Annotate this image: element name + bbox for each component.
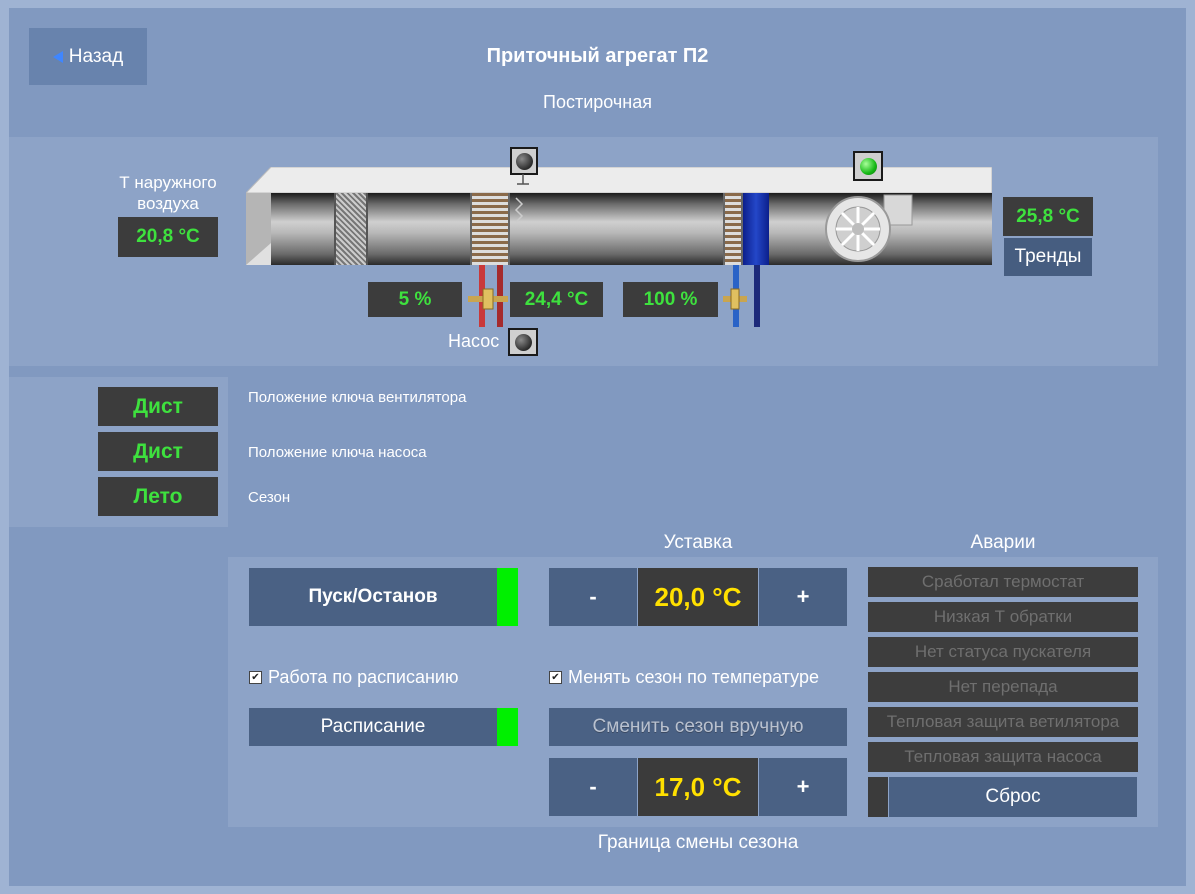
border-minus-button[interactable]: - [549, 758, 637, 816]
thermostat-sensor-icon [517, 174, 529, 185]
schedule-indicator [497, 708, 518, 746]
season-border-label: Граница смены сезона [597, 832, 799, 853]
supply-temp-value: 25,8 °C [1003, 197, 1093, 236]
season-label: Сезон [248, 489, 291, 506]
checkbox-check-icon: ✔ [549, 671, 562, 684]
lamp-off-icon [514, 333, 532, 351]
cooling-valve-position: 100 % [623, 282, 718, 317]
cooling-return-pipe [754, 265, 760, 327]
start-stop-button[interactable]: Пуск/Останов [249, 568, 497, 626]
fan-key-value: Дист [98, 387, 218, 426]
pump-status-lamp [508, 328, 538, 356]
alarm-thermostat: Сработал термостат [868, 567, 1138, 597]
start-stop-indicator [497, 568, 518, 626]
setpoint-value: 20,0 °C [638, 568, 758, 626]
schedule-checkbox-label: Работа по расписанию [268, 667, 459, 687]
season-auto-checkbox-label: Менять сезон по температуре [568, 667, 819, 687]
page-title: Приточный агрегат П2 [486, 45, 709, 67]
supply-fan-icon [825, 194, 913, 262]
setpoint-plus-button[interactable]: + [759, 568, 847, 626]
alarm-no-pressure-drop: Нет перепада [868, 672, 1138, 702]
alarm-no-starter-status: Нет статуса пускателя [868, 637, 1138, 667]
pump-label: Насос [448, 331, 500, 351]
return-water-temp: 24,4 °C [510, 282, 603, 317]
fan-key-status: Дист [98, 387, 218, 426]
outdoor-temp-value: 20,8 °C [118, 217, 218, 257]
fan-key-label: Положение ключа вентилятора [248, 389, 467, 406]
cooling-valve-icon [723, 288, 747, 310]
season-status: Лето [98, 477, 218, 516]
season-border-value: 17,0 °C [638, 758, 758, 816]
border-plus-button[interactable]: + [759, 758, 847, 816]
setpoint-minus-button[interactable]: - [549, 568, 637, 626]
alarm-low-return-temp: Низкая Т обратки [868, 602, 1138, 632]
lamp-on-icon [859, 157, 877, 175]
duct-inlet-face [246, 193, 271, 265]
cooler-section [743, 193, 769, 265]
pump-key-value: Дист [98, 432, 218, 471]
reset-indicator [868, 777, 888, 817]
fan-status-lamp [853, 151, 883, 181]
schedule-button[interactable]: Расписание [249, 708, 497, 746]
schedule-checkbox[interactable]: ✔ Работа по расписанию [249, 667, 459, 688]
alarms-header: Аварии [970, 532, 1036, 553]
outdoor-temp-label: Т наружного воздуха [119, 173, 217, 213]
heater-status-lamp [510, 147, 538, 175]
air-filter [334, 193, 368, 265]
pump-key-status: Дист [98, 432, 218, 471]
heating-valve-position: 5 % [368, 282, 462, 317]
page-subtitle: Постирочная [543, 92, 652, 112]
setpoint-header: Уставка [663, 532, 733, 553]
season-auto-checkbox[interactable]: ✔ Менять сезон по температуре [549, 667, 819, 688]
manual-season-button[interactable]: Сменить сезон вручную [549, 708, 847, 746]
reset-button[interactable]: Сброс [889, 777, 1137, 817]
lamp-off-icon [515, 152, 533, 170]
pump-key-label: Положение ключа насоса [248, 444, 427, 461]
cooling-coil [723, 193, 743, 265]
heating-coil [470, 193, 510, 265]
trends-button[interactable]: Тренды [1004, 238, 1092, 276]
alarm-fan-thermal-protection: Тепловая защита ветилятора [868, 707, 1138, 737]
alarm-pump-thermal-protection: Тепловая защита насоса [868, 742, 1138, 772]
frost-sensor-icon [514, 197, 524, 223]
heating-valve-icon [468, 288, 508, 310]
season-value: Лето [98, 477, 218, 516]
checkbox-check-icon: ✔ [249, 671, 262, 684]
